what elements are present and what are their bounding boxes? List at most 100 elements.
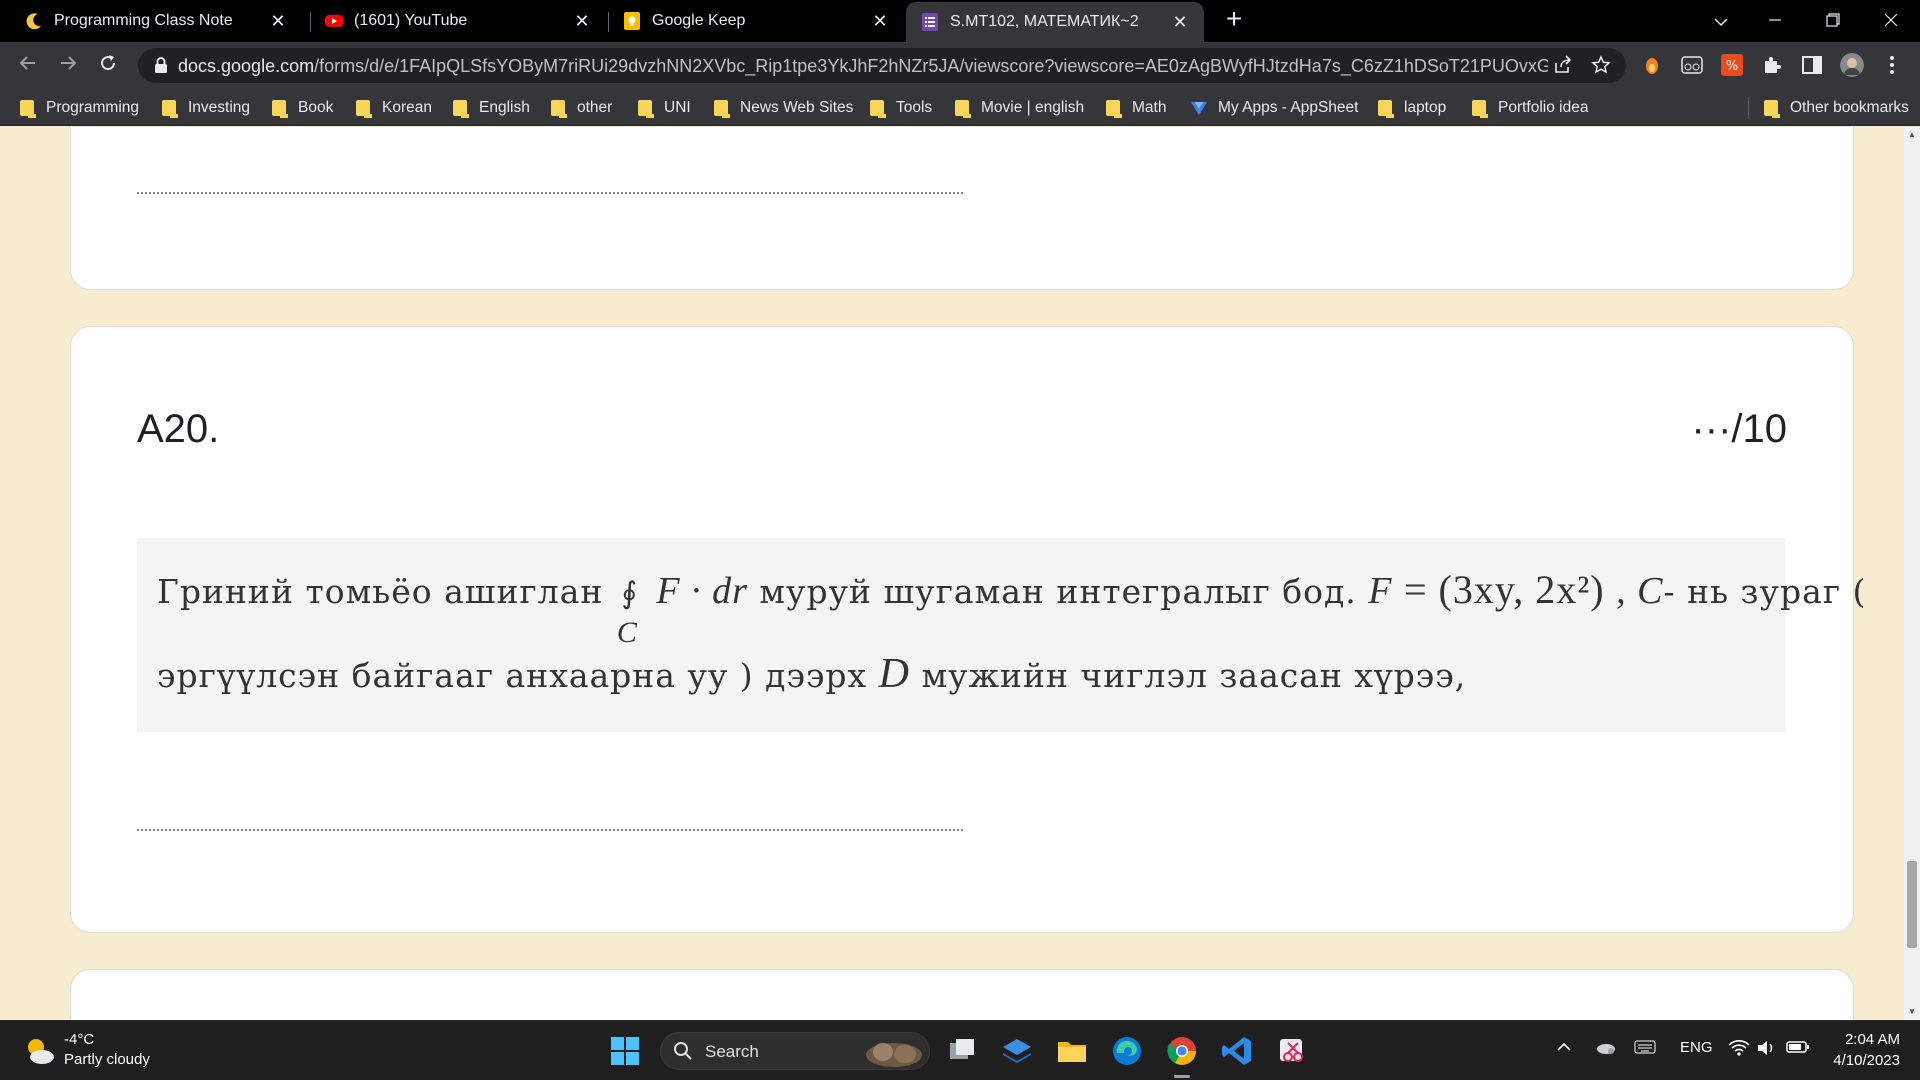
snipping-tool-icon[interactable] [1274,1033,1310,1069]
folder-icon [714,100,730,118]
volume-icon[interactable] [1756,1039,1776,1061]
folder-icon [162,100,178,118]
clock-date[interactable]: 4/10/2023 [1826,1052,1900,1069]
partly-cloudy-icon[interactable] [22,1033,58,1069]
bookmark-movie-english[interactable]: Movie | english [955,97,1084,119]
chevron-down-icon[interactable] [1706,6,1736,36]
bookmark-book[interactable]: Book [272,97,333,119]
bookmark-news-web-sites[interactable]: News Web Sites [714,97,853,119]
moon-icon [26,13,41,30]
bookmark-math[interactable]: Math [1106,97,1166,119]
bookmarks-bar: Programming Investing Book Korean Englis… [0,89,1920,126]
bookmark-my-apps-appsheet[interactable]: My Apps - AppSheet [1190,97,1358,119]
question-image: Гриний томьёо ашиглан ∮ C F · dr муруй ш… [137,538,1865,732]
bookmark-investing[interactable]: Investing [162,97,250,119]
youtube-icon [325,15,343,27]
wifi-icon[interactable] [1728,1039,1750,1061]
folder-icon [870,100,886,118]
question-card-a20: A20. ···/10 Гриний томьёо ашиглан ∮ C F … [70,326,1865,933]
question-title: A20. [137,407,220,451]
puzzle-icon[interactable] [1760,53,1784,77]
extension-flame-icon[interactable] [1640,53,1664,77]
chrome-icon[interactable] [1164,1033,1200,1069]
taskbar-search[interactable]: Search [660,1032,930,1070]
close-icon[interactable]: ✕ [572,11,592,31]
question-score: ···/10 [1691,407,1787,451]
search-label: Search [705,1042,759,1061]
vscode-icon[interactable] [1219,1033,1255,1069]
forward-arrow-icon[interactable] [54,52,82,80]
keyboard-icon[interactable] [1634,1039,1656,1059]
folder-icon [638,100,654,118]
vector-expression: F · dr [656,570,748,612]
scroll-up-arrow-icon[interactable]: ▲ [1907,130,1917,140]
scrollbar-thumb[interactable] [1907,861,1917,948]
url-text: docs.google.com/forms/d/e/1FAIpQLSfsYOBy… [178,56,1548,76]
tab-forms-active[interactable]: S.MT102, МАТЕМАТИК~2 ✕ [906,2,1204,42]
folder-icon [1106,100,1122,118]
back-arrow-icon[interactable] [14,52,42,80]
folder-icon [1764,100,1780,118]
bookmark-other-bookmarks[interactable]: Other bookmarks [1764,97,1909,119]
bookmark-tools[interactable]: Tools [870,97,932,119]
scroll-down-arrow-icon[interactable]: ▼ [1907,1007,1917,1017]
edge-icon[interactable] [1109,1033,1145,1069]
question-text-line-1: Гриний томьёо ашиглан ∮ C F · dr муруй ш… [157,567,1867,649]
browser-toolbar: docs.google.com/forms/d/e/1FAIpQLSfsYOBy… [0,42,1920,89]
reload-icon[interactable] [94,52,122,80]
search-icon [674,1042,692,1060]
windows-taskbar: -4°C Partly cloudy Search ENG 2:04 AM 4/… [0,1020,1920,1080]
battery-icon[interactable] [1786,1039,1810,1059]
avatar[interactable] [1840,53,1864,77]
restore-icon[interactable] [1818,6,1848,36]
tab-title: (1601) YouTube [354,12,468,29]
address-bar[interactable]: docs.google.com/forms/d/e/1FAIpQLSfsYOBy… [138,48,1626,83]
chevron-up-icon[interactable] [1556,1039,1572,1059]
onedrive-icon[interactable] [1594,1039,1616,1059]
bookmark-korean[interactable]: Korean [356,97,432,119]
close-icon[interactable]: ✕ [268,11,288,31]
question-card-next [70,969,1854,1020]
tab-strip: Programming Class Note ✕ (1601) YouTube … [0,0,1920,42]
vertical-scrollbar[interactable]: ▲ ▼ [1904,127,1920,1020]
folder-icon [1378,100,1394,118]
close-icon[interactable]: ✕ [1170,12,1190,32]
windows-start-icon[interactable] [607,1033,643,1069]
widgets-icon[interactable] [999,1033,1035,1069]
folder-icon [551,100,567,118]
answer-line [137,829,963,831]
tab-title: Google Keep [652,12,746,29]
close-icon[interactable]: ✕ [870,11,890,31]
extension-glasses-icon[interactable] [1680,53,1704,77]
question-card-previous [70,127,1854,290]
extension-percent-icon[interactable]: % [1720,53,1744,77]
forms-icon [922,13,938,31]
language-indicator[interactable]: ENG [1680,1039,1713,1056]
tab-title: S.MT102, МАТЕМАТИК~2 [950,13,1139,30]
search-highlight-image-icon [866,1043,922,1067]
file-explorer-icon[interactable] [1054,1033,1090,1069]
star-icon[interactable] [1590,55,1612,77]
bookmark-programming[interactable]: Programming [20,97,139,119]
bookmark-portfolio-idea[interactable]: Portfolio idea [1472,97,1588,119]
share-icon[interactable] [1552,55,1574,77]
window-close-icon[interactable] [1876,6,1906,36]
clock-time[interactable]: 2:04 AM [1836,1031,1900,1048]
minimize-icon[interactable] [1760,6,1790,36]
bookmark-laptop[interactable]: laptop [1378,97,1446,119]
tab-programming-class-note[interactable]: Programming Class Note ✕ [10,4,302,38]
more-vert-icon[interactable] [1880,53,1904,77]
folder-icon [955,100,971,118]
new-tab-plus-icon[interactable]: + [1222,5,1246,33]
answer-line [137,192,963,194]
tab-youtube[interactable]: (1601) YouTube ✕ [310,4,606,38]
weather-description: Partly cloudy [64,1051,150,1068]
folder-icon [356,100,372,118]
bookmark-other[interactable]: other [551,97,612,119]
bookmark-english[interactable]: English [453,97,530,119]
form-page: A20. ···/10 Гриний томьёо ашиглан ∮ C F … [0,127,1904,1020]
bookmark-uni[interactable]: UNI [638,97,691,119]
task-view-icon[interactable] [944,1033,980,1069]
side-panel-icon[interactable] [1800,53,1824,77]
tab-google-keep[interactable]: Google Keep ✕ [608,4,904,38]
